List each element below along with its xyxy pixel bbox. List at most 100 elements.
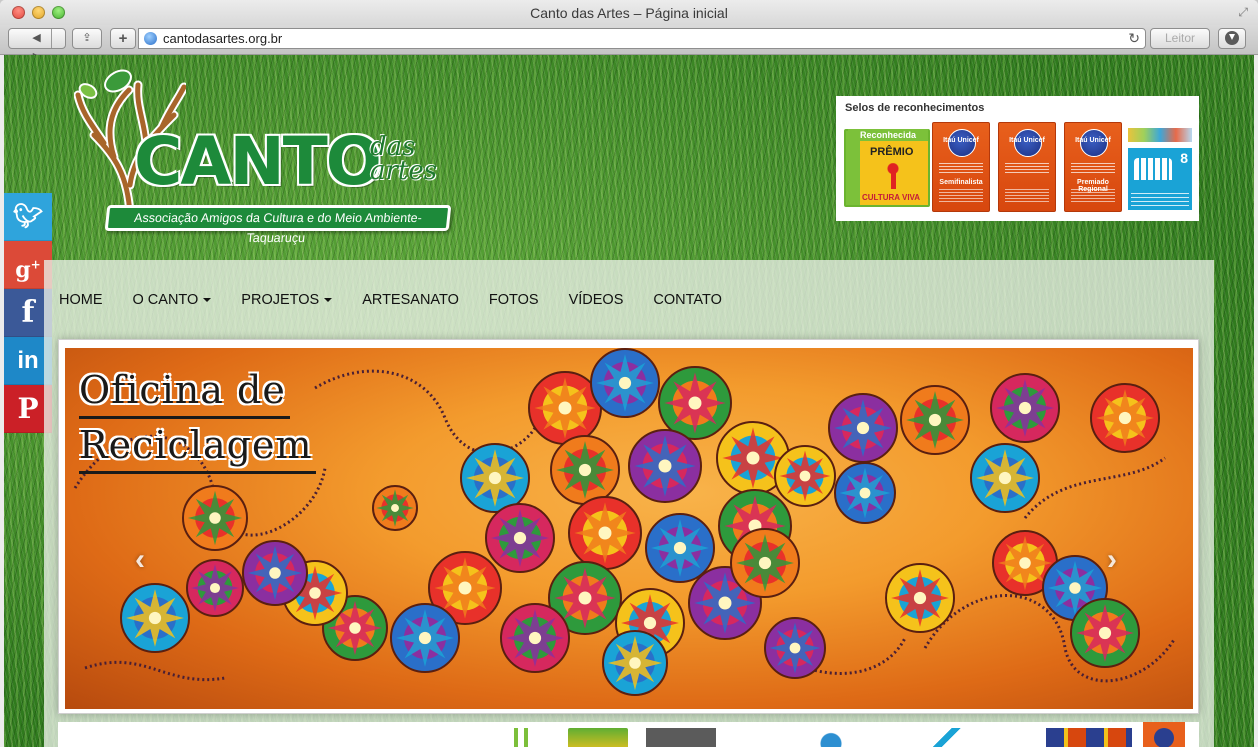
slide-title-line-2: Reciclagem <box>79 419 317 474</box>
itau-unicef-seal[interactable]: Itaú Unicef Premiado Regional <box>1064 122 1122 212</box>
swirl-decoration <box>84 660 226 681</box>
mandala-disc <box>182 485 248 551</box>
slide-image: Oficina de Reciclagem ‹ › <box>65 348 1193 709</box>
seal-fine-print <box>939 163 983 173</box>
seal-brand: Itaú Unicef <box>943 137 979 144</box>
seal-strip <box>1128 128 1192 142</box>
menu-item-label: O CANTO <box>132 292 199 308</box>
address-bar[interactable]: cantodasartes.org.br ↻ <box>138 28 1146 49</box>
mandala-disc <box>500 603 570 673</box>
partner-logo[interactable] <box>568 728 628 747</box>
itau-unicef-seal[interactable]: Itaú Unicef <box>998 122 1056 212</box>
menu-item-projetos[interactable]: PROJETOS <box>241 285 333 315</box>
menu-item-artesanato[interactable]: ARTESANATO <box>362 285 459 315</box>
share-button[interactable]: ⇪ <box>72 28 102 49</box>
seal-foot-text: CULTURA VIVA <box>862 193 921 202</box>
seal-label: Semifinalista <box>939 179 983 186</box>
partner-logo[interactable] <box>646 728 716 747</box>
url-text[interactable]: cantodasartes.org.br <box>163 31 282 46</box>
seal-badge: Reconhecida <box>848 129 928 141</box>
mandala-disc <box>602 630 668 696</box>
image-slider: Oficina de Reciclagem ‹ › <box>58 339 1199 714</box>
reload-icon[interactable]: ↻ <box>1128 30 1140 47</box>
swirl-decoration <box>1023 456 1166 519</box>
mandala-disc <box>990 373 1060 443</box>
partner-logo[interactable] <box>814 728 848 747</box>
pinterest-icon: P <box>17 392 39 425</box>
slider-next-arrow[interactable]: › <box>1107 543 1117 577</box>
page-viewport: CANTO das artes Associação Amigos da Cul… <box>4 55 1254 747</box>
share-icon: ⇪ <box>82 32 92 44</box>
site-logo[interactable]: CANTO das artes Associação Amigos da Cul… <box>70 59 460 245</box>
mandala-disc <box>774 445 836 507</box>
slide-title-line-1: Oficina de <box>79 364 290 419</box>
browser-toolbar: ◀▶ ⇪ + cantodasartes.org.br ↻ Leitor <box>0 25 1258 63</box>
mandala-disc <box>242 540 308 606</box>
back-icon[interactable]: ◀ <box>23 29 51 48</box>
seals-title: Selos de reconhecimentos <box>845 102 985 114</box>
logo-ribbon: Associação Amigos da Cultura e do Meio A… <box>104 205 452 245</box>
seal-fine-print <box>1005 163 1049 173</box>
divider <box>50 29 52 48</box>
partner-logo[interactable] <box>1046 728 1132 747</box>
caret-down-icon <box>203 298 212 303</box>
reader-button[interactable]: Leitor <box>1150 28 1210 49</box>
swirl-decoration <box>314 369 537 455</box>
seal-side-strip <box>846 131 860 205</box>
partner-logo[interactable] <box>1143 722 1185 747</box>
mandala-disc <box>885 563 955 633</box>
partner-logo[interactable] <box>928 728 962 747</box>
odm-goal-8-seal[interactable]: 8 <box>1128 122 1192 212</box>
partner-logo[interactable] <box>510 728 554 747</box>
itau-unicef-seal[interactable]: Itaú Unicef Semifinalista <box>932 122 990 212</box>
main-content-panel: HOME O CANTO PROJETOS ARTESANATO FOTOS V… <box>44 260 1214 747</box>
menu-item-label: FOTOS <box>488 292 539 308</box>
menu-item-contato[interactable]: CONTATO <box>653 285 721 315</box>
back-forward-group: ◀▶ <box>8 28 66 63</box>
goal-number: 8 <box>1180 150 1188 166</box>
window-title: Canto das Artes – Página inicial <box>530 5 728 21</box>
mandala-disc <box>186 559 244 617</box>
google-plus-icon: g+ <box>15 257 41 284</box>
menu-item-label: ARTESANATO <box>362 292 459 308</box>
seal-brand: Itaú Unicef <box>1075 137 1111 144</box>
dancer-figure-icon <box>882 163 904 191</box>
menu-item-videos[interactable]: VÍDEOS <box>569 285 624 315</box>
linkedin-icon: in <box>17 347 39 374</box>
mandala-disc <box>828 393 898 463</box>
fullscreen-icon[interactable]: ⤢ <box>1238 5 1248 20</box>
mandala-disc <box>900 385 970 455</box>
slider-prev-arrow[interactable]: ‹ <box>135 543 145 577</box>
seal-panel: 8 <box>1128 148 1192 210</box>
plus-icon: + <box>118 30 128 47</box>
main-menu: HOME O CANTO PROJETOS ARTESANATO FOTOS V… <box>59 285 752 315</box>
mandala-disc <box>460 443 530 513</box>
menu-item-label: HOME <box>59 292 103 308</box>
seal-fine-print <box>1131 193 1189 207</box>
menu-item-label: CONTATO <box>653 292 722 308</box>
downloads-button[interactable] <box>1218 28 1246 49</box>
menu-item-o-canto[interactable]: O CANTO <box>133 285 212 315</box>
download-icon <box>1225 31 1239 45</box>
menu-item-label: PROJETOS <box>241 292 320 308</box>
premio-cultura-viva-seal[interactable]: Reconhecida PRÊMIO CULTURA VIVA <box>844 129 930 207</box>
mandala-disc <box>372 485 418 531</box>
partner-logos-strip <box>58 722 1199 747</box>
mandala-disc <box>628 429 702 503</box>
menu-item-fotos[interactable]: FOTOS <box>489 285 539 315</box>
caret-down-icon <box>324 298 333 303</box>
logo-wordmark: CANTO <box>134 129 382 195</box>
logo-letter-c: CANTO <box>134 123 382 200</box>
logo-artes-text: artes <box>370 156 438 186</box>
logo-das-artes: das artes <box>370 134 438 186</box>
mandala-disc <box>645 513 715 583</box>
mandala-disc <box>120 583 190 653</box>
add-bookmark-button[interactable]: + <box>110 28 136 49</box>
menu-item-home[interactable]: HOME <box>59 285 103 315</box>
seal-fine-print <box>1071 163 1115 173</box>
mandala-disc <box>485 503 555 573</box>
seal-fine-print <box>1005 189 1049 203</box>
mandala-disc <box>1070 598 1140 668</box>
mandala-disc <box>390 603 460 673</box>
twitter-share-button[interactable]: 🐦︎ <box>4 193 52 241</box>
